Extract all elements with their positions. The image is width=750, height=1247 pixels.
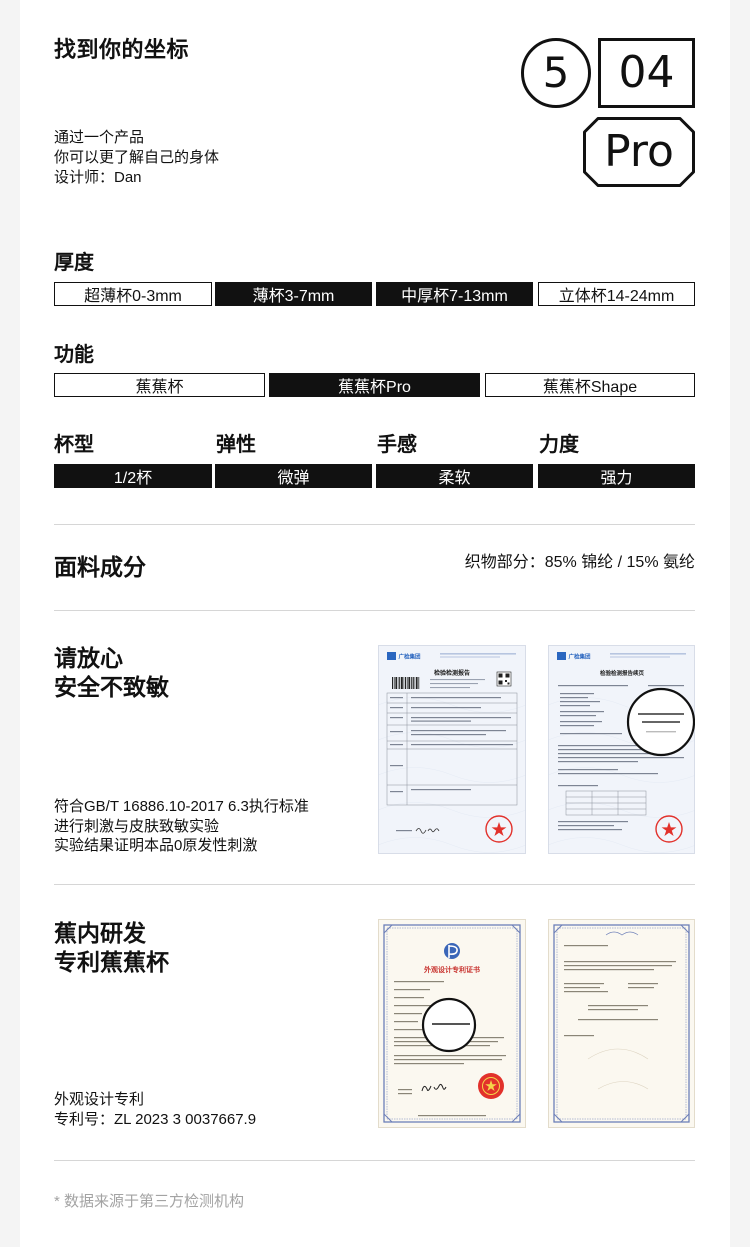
function-option-shape: 蕉蕉杯Shape bbox=[485, 373, 695, 397]
qr-code bbox=[496, 671, 512, 687]
patent-heading: 蕉内研发 专利蕉蕉杯 bbox=[54, 919, 169, 977]
divider bbox=[54, 610, 695, 611]
thickness-option-medium: 中厚杯7-13mm bbox=[376, 282, 533, 306]
divider bbox=[54, 884, 695, 885]
intro-text: 通过一个产品 你可以更了解自己的身体 设计师：Dan bbox=[54, 128, 219, 188]
patent-description: 外观设计专利 专利号：ZL 2023 3 0037667.9 bbox=[54, 1090, 256, 1130]
product-spec-page: 找到你的坐标 5 04 Pro 通过一个产品 你可以更了解自己的身体 设计师：D… bbox=[0, 0, 750, 1247]
intro-line: 通过一个产品 bbox=[54, 129, 145, 146]
safety-heading-line: 安全不致敏 bbox=[54, 674, 169, 700]
patent-heading-line: 专利蕉蕉杯 bbox=[54, 949, 169, 975]
safety-description: 符合GB/T 16886.10-2017 6.3执行标准 进行刺激与皮肤致敏实验… bbox=[54, 797, 309, 856]
feel-label: 手感 bbox=[377, 434, 417, 456]
designer-line: 设计师：Dan bbox=[54, 169, 142, 186]
patent-type: 外观设计专利 bbox=[54, 1091, 145, 1108]
divider bbox=[54, 1160, 695, 1161]
magnifier-icon bbox=[421, 997, 477, 1053]
function-option-pro: 蕉蕉杯Pro bbox=[269, 373, 480, 397]
safety-test-line: 进行刺激与皮肤致敏实验 bbox=[54, 817, 220, 835]
thickness-option-thin: 薄杯3-7mm bbox=[215, 282, 372, 306]
safety-heading: 请放心 安全不致敏 bbox=[54, 644, 169, 702]
test-report-page-2: 广检集团 检验检测报告续页 bbox=[548, 645, 695, 854]
safety-heading-line: 请放心 bbox=[54, 645, 123, 671]
report-title: 检验检测报告续页 bbox=[600, 669, 645, 677]
fabric-composition: 织物部分：85% 锦纶 / 15% 氨纶 bbox=[464, 554, 695, 571]
thickness-option-ultra-thin: 超薄杯0-3mm bbox=[54, 282, 212, 306]
thickness-label: 厚度 bbox=[54, 252, 94, 274]
divider bbox=[54, 524, 695, 525]
series-number-badge: 5 bbox=[521, 38, 591, 108]
patent-certificate-page-1: 外观设计专利证书 bbox=[378, 919, 526, 1128]
safety-result-line: 实验结果证明本品0原发性刺激 bbox=[54, 837, 258, 854]
patent-office-emblem bbox=[444, 943, 460, 959]
intro-line: 你可以更了解自己的身体 bbox=[54, 149, 220, 166]
support-value: 强力 bbox=[538, 464, 695, 488]
feel-value: 柔软 bbox=[376, 464, 533, 488]
test-report-page-1: 广检集团 检验检测报告 bbox=[378, 645, 526, 854]
function-label: 功能 bbox=[54, 344, 94, 366]
cup-type-value: 1/2杯 bbox=[54, 464, 212, 488]
certificate-title: 外观设计专利证书 bbox=[424, 965, 480, 974]
safety-standard-line: 符合GB/T 16886.10-2017 6.3执行标准 bbox=[54, 798, 309, 815]
function-option-basic: 蕉蕉杯 bbox=[54, 373, 265, 397]
page-margin-left bbox=[0, 0, 20, 1247]
page-margin-right bbox=[730, 0, 750, 1247]
report-title: 检验检测报告 bbox=[434, 669, 470, 677]
national-emblem-seal bbox=[478, 1073, 504, 1099]
patent-certificate-page-2 bbox=[548, 919, 695, 1128]
svg-text:广检集团: 广检集团 bbox=[399, 653, 422, 661]
edition-badge: Pro bbox=[583, 117, 695, 187]
patent-number: 专利号：ZL 2023 3 0037667.9 bbox=[54, 1111, 257, 1128]
elasticity-value: 微弹 bbox=[215, 464, 372, 488]
svg-text:广检集团: 广检集团 bbox=[569, 653, 592, 661]
edition-badge-label: Pro bbox=[604, 126, 674, 177]
barcode bbox=[392, 677, 420, 689]
thickness-option-3d: 立体杯14-24mm bbox=[538, 282, 695, 306]
data-source-footnote: * 数据来源于第三方检测机构 bbox=[54, 1193, 245, 1210]
page-title: 找到你的坐标 bbox=[54, 37, 190, 62]
elasticity-label: 弹性 bbox=[216, 434, 256, 456]
magnifier-icon bbox=[626, 687, 695, 757]
cup-type-label: 杯型 bbox=[54, 434, 94, 456]
support-label: 力度 bbox=[539, 434, 579, 456]
fabric-label: 面料成分 bbox=[54, 554, 146, 580]
model-number-badge: 04 bbox=[598, 38, 695, 108]
signature-label bbox=[396, 830, 412, 832]
patent-heading-line: 蕉内研发 bbox=[54, 920, 146, 946]
